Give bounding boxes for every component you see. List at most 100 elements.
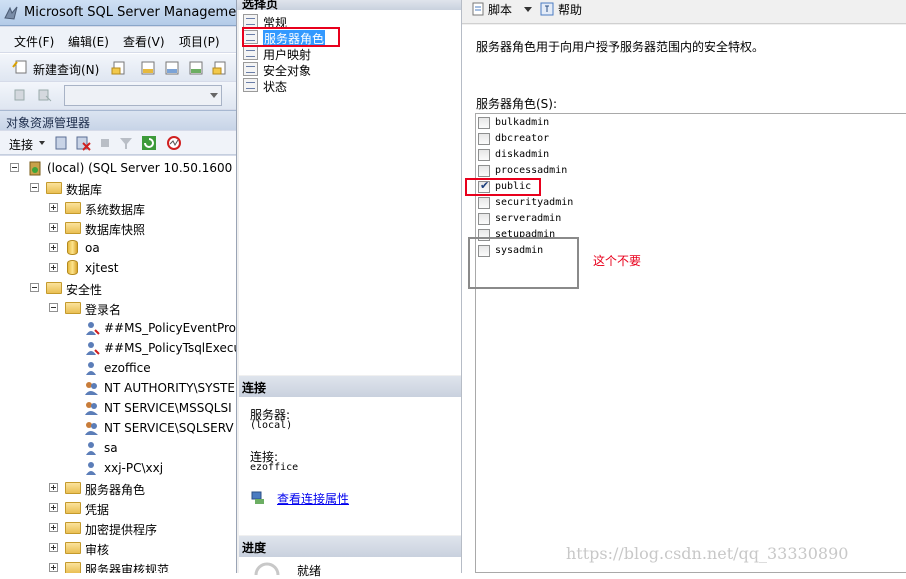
expand-icon[interactable] — [49, 483, 58, 492]
tree-node-audits[interactable]: 审核 — [0, 538, 236, 558]
tree-node-label: 数据库快照 — [85, 223, 146, 237]
tree-node-db-snapshots[interactable]: 数据库快照 — [0, 218, 236, 238]
tree-node-login[interactable]: sa — [0, 438, 236, 458]
script-icon[interactable] — [470, 1, 486, 17]
tree-node-db-xjtest[interactable]: xjtest — [0, 258, 236, 278]
object-explorer-tree: (local) (SQL Server 10.50.1600 - 数据库 系统数… — [0, 156, 236, 573]
collapse-icon[interactable] — [10, 163, 19, 172]
connect-server-icon[interactable] — [54, 135, 70, 151]
progress-title: 进度 — [242, 541, 267, 555]
tree-node-label: 安全性 — [66, 283, 103, 297]
highlight-box-sysadmin-role — [468, 237, 579, 289]
tree-node-label: 登录名 — [85, 303, 122, 317]
database-icon — [67, 260, 78, 275]
tree-node-login[interactable]: ezoffice — [0, 358, 236, 378]
tree-node-logins[interactable]: 登录名 — [0, 298, 236, 318]
role-checkbox[interactable] — [478, 197, 490, 209]
connect-chevron-icon[interactable] — [39, 141, 45, 145]
tree-node-system-databases[interactable]: 系统数据库 — [0, 198, 236, 218]
new-query-icon[interactable] — [12, 59, 28, 75]
view-connection-properties-link[interactable]: 查看连接属性 — [277, 490, 349, 507]
tree-node-label: ##MS_PolicyEventProc — [104, 321, 236, 335]
progress-info: 就绪 — [239, 557, 461, 578]
tree-node-server-roles[interactable]: 服务器角色 — [0, 478, 236, 498]
object-explorer-toolbar: 连接 — [0, 131, 236, 155]
filter-icon[interactable] — [118, 135, 134, 151]
role-name: serveradmin — [495, 213, 562, 224]
tree-node-credentials[interactable]: 凭据 — [0, 498, 236, 518]
stop-icon[interactable] — [97, 135, 113, 151]
menu-edit[interactable]: 编辑(E) — [68, 33, 109, 50]
tree-node-label: 加密提供程序 — [85, 523, 158, 537]
connect-db-icon[interactable] — [13, 87, 29, 103]
dmx-query-icon[interactable] — [164, 60, 180, 76]
connect-dropdown[interactable]: 连接 — [9, 136, 33, 153]
tree-node-label: (local) (SQL Server 10.50.1600 - — [47, 161, 236, 175]
collapse-icon[interactable] — [30, 183, 39, 192]
expand-icon[interactable] — [49, 223, 58, 232]
object-explorer-header: 对象资源管理器 — [0, 110, 236, 130]
role-name: diskadmin — [495, 149, 550, 160]
role-checkbox[interactable] — [478, 213, 490, 225]
tree-node-label: xxj-PC\xxj — [104, 461, 164, 475]
select-page-header: 选择页 — [237, 0, 461, 10]
mdx-query-icon[interactable] — [140, 60, 156, 76]
menu-view[interactable]: 查看(V) — [123, 33, 165, 50]
tree-node-login[interactable]: ##MS_PolicyEventProc — [0, 318, 236, 338]
role-name: bulkadmin — [495, 117, 550, 128]
tree-node-server[interactable]: (local) (SQL Server 10.50.1600 - — [0, 158, 236, 178]
tree-node-login[interactable]: xxj-PC\xxj — [0, 458, 236, 478]
role-name: securityadmin — [495, 197, 574, 208]
script-button[interactable]: 脚本 — [488, 1, 512, 18]
expand-icon[interactable] — [49, 263, 58, 272]
open-file-alt-icon[interactable] — [212, 60, 228, 76]
collapse-icon[interactable] — [30, 283, 39, 292]
connection-header: 连接 — [239, 376, 461, 397]
open-file-icon[interactable] — [111, 60, 127, 76]
script-dropdown-icon[interactable] — [524, 7, 532, 12]
xmla-query-icon[interactable] — [188, 60, 204, 76]
help-button[interactable]: 帮助 — [558, 1, 582, 18]
tree-node-login[interactable]: NT AUTHORITY\SYSTE — [0, 378, 236, 398]
folder-icon — [65, 302, 81, 314]
connection-properties-icon — [251, 491, 264, 504]
role-checkbox[interactable] — [478, 165, 490, 177]
menu-project[interactable]: 项目(P) — [179, 33, 220, 50]
database-selector[interactable] — [64, 85, 222, 106]
sql-editor-toolbar — [0, 82, 236, 109]
tree-node-login[interactable]: ##MS_PolicyTsqlExecu — [0, 338, 236, 358]
tree-node-databases[interactable]: 数据库 — [0, 178, 236, 198]
expand-icon[interactable] — [49, 523, 58, 532]
tree-node-label: 系统数据库 — [85, 203, 146, 217]
expand-icon[interactable] — [49, 203, 58, 212]
activity-monitor-icon[interactable] — [166, 135, 182, 151]
expand-icon[interactable] — [49, 503, 58, 512]
help-icon[interactable] — [539, 1, 555, 17]
disconnect-icon[interactable] — [75, 135, 91, 151]
progress-header: 进度 — [239, 536, 461, 557]
role-checkbox[interactable] — [478, 133, 490, 145]
tree-node-login[interactable]: NT SERVICE\SQLSERV — [0, 418, 236, 438]
tree-node-db-oa[interactable]: oa — [0, 238, 236, 258]
role-checkbox[interactable] — [478, 149, 490, 161]
refresh-icon[interactable] — [141, 135, 157, 151]
folder-icon — [65, 562, 81, 573]
highlight-box-server-roles-page — [242, 27, 340, 47]
page-label: 状态 — [263, 80, 288, 94]
new-query-button[interactable]: 新建查询(N) — [33, 61, 99, 78]
collapse-icon[interactable] — [49, 303, 58, 312]
tree-node-crypto-providers[interactable]: 加密提供程序 — [0, 518, 236, 538]
tree-node-audit-specs[interactable]: 服务器审核规范 — [0, 558, 236, 573]
folder-icon — [65, 222, 81, 234]
server-value: (local) — [250, 420, 293, 431]
tree-node-security[interactable]: 安全性 — [0, 278, 236, 298]
expand-icon[interactable] — [49, 243, 58, 252]
expand-icon[interactable] — [49, 543, 58, 552]
role-checkbox[interactable] — [478, 117, 490, 129]
change-connection-icon[interactable] — [37, 87, 53, 103]
connection-title: 连接 — [242, 381, 267, 395]
menu-file[interactable]: 文件(F) — [14, 33, 54, 50]
tree-node-label: 服务器审核规范 — [85, 563, 170, 573]
expand-icon[interactable] — [49, 563, 58, 572]
tree-node-login[interactable]: NT SERVICE\MSSQLSI — [0, 398, 236, 418]
